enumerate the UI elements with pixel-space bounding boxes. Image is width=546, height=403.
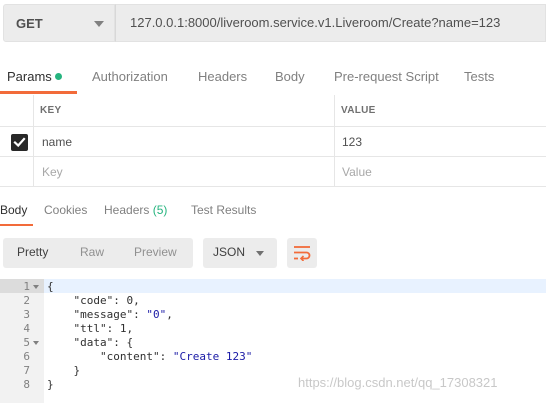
tab-authorization[interactable]: Authorization: [92, 69, 168, 84]
raw-button[interactable]: Raw: [80, 245, 104, 259]
line-number: 6: [23, 350, 30, 363]
tab-label: Headers: [104, 203, 150, 217]
table-header-row: KEY VALUE: [0, 95, 546, 127]
code-token: "message": [73, 308, 134, 321]
param-enabled-checkbox[interactable]: [11, 134, 28, 151]
preview-button[interactable]: Preview: [134, 245, 177, 259]
fold-toggle-icon[interactable]: [33, 285, 39, 289]
headers-count-badge: (5): [152, 203, 168, 217]
code-token: ,: [133, 294, 140, 307]
tab-tests[interactable]: Tests: [464, 69, 494, 84]
line-number: 3: [23, 308, 30, 321]
code-line: }: [47, 378, 54, 391]
response-tabs: Body Cookies Headers (5) Test Results: [0, 198, 546, 224]
tab-test-results[interactable]: Test Results: [191, 203, 256, 217]
line-number: 5: [23, 336, 30, 349]
code-token: }: [47, 378, 54, 391]
request-url-bar: GET 127.0.0.1:8000/liveroom.service.v1.L…: [0, 0, 546, 46]
code-token: "0": [146, 308, 167, 321]
column-divider: [334, 157, 335, 186]
pretty-button[interactable]: Pretty: [17, 245, 48, 259]
watermark: https://blog.csdn.net/qq_17308321: [298, 375, 498, 390]
column-divider: [33, 157, 34, 186]
param-value-field[interactable]: 123: [342, 135, 362, 149]
tab-params[interactable]: Params: [7, 69, 62, 84]
method-label: GET: [16, 16, 43, 31]
code-line: "ttl": 1,: [47, 322, 134, 335]
tab-cookies[interactable]: Cookies: [44, 203, 87, 217]
code-token: "ttl": [73, 322, 107, 335]
code-token: :: [159, 350, 173, 363]
url-text: 127.0.0.1:8000/liveroom.service.v1.Liver…: [130, 15, 501, 30]
code-line: "message": "0",: [47, 308, 173, 321]
active-response-tab-indicator: [0, 224, 33, 226]
column-divider: [33, 127, 34, 156]
column-divider: [334, 127, 335, 156]
column-divider: [334, 95, 335, 126]
code-line: "content": "Create 123": [47, 350, 252, 363]
line-number: 1: [23, 280, 30, 293]
param-key-field[interactable]: name: [42, 135, 72, 149]
check-icon: [13, 137, 26, 148]
code-token: "code": [73, 294, 114, 307]
chevron-down-icon: [256, 251, 264, 256]
format-label: JSON: [213, 245, 246, 259]
active-tab-indicator: [0, 91, 77, 94]
line-number: 7: [23, 364, 30, 377]
tab-response-body[interactable]: Body: [0, 203, 27, 217]
tab-body[interactable]: Body: [275, 69, 305, 84]
line-number: 2: [23, 294, 30, 307]
code-line: }: [47, 364, 80, 377]
code-token: :: [113, 294, 127, 307]
line-number: 4: [23, 322, 30, 335]
code-line: "data": {: [47, 336, 134, 349]
line-number: 8: [23, 378, 30, 391]
code-token: 1: [119, 322, 127, 335]
code-token: : {: [113, 336, 134, 349]
tab-headers[interactable]: Headers: [198, 69, 247, 84]
table-row: name 123: [0, 127, 546, 157]
active-line-highlight: [44, 279, 546, 293]
url-input[interactable]: 127.0.0.1:8000/liveroom.service.v1.Liver…: [115, 4, 546, 42]
column-header-key: KEY: [40, 105, 62, 116]
params-indicator-dot-icon: [54, 73, 62, 80]
code-line: {: [47, 280, 54, 293]
code-token: ,: [166, 308, 173, 321]
chevron-down-icon: [94, 21, 104, 27]
code-token: "data": [73, 336, 114, 349]
request-tabs: Params Authorization Headers Body Pre-re…: [0, 60, 546, 94]
code-token: "content": [99, 350, 160, 363]
format-select[interactable]: JSON: [203, 238, 277, 268]
column-divider: [33, 95, 34, 126]
table-row: Key Value: [0, 157, 546, 187]
code-token: "Create 123": [172, 350, 253, 363]
method-select[interactable]: GET: [3, 4, 115, 42]
code-token: :: [133, 308, 147, 321]
code-token: :: [106, 322, 120, 335]
code-token: ,: [126, 322, 134, 335]
wrap-lines-icon: [294, 246, 311, 261]
tab-pre-request-script[interactable]: Pre-request Script: [334, 69, 439, 84]
code-token: {: [47, 280, 54, 293]
view-mode-switch: Pretty Raw Preview: [3, 238, 193, 268]
tab-response-headers[interactable]: Headers (5): [104, 203, 167, 217]
new-key-input[interactable]: Key: [42, 165, 63, 179]
column-header-value: VALUE: [341, 105, 376, 116]
wrap-lines-button[interactable]: [287, 238, 317, 268]
new-value-input[interactable]: Value: [342, 165, 372, 179]
fold-toggle-icon[interactable]: [33, 341, 39, 345]
tab-label: Params: [7, 69, 52, 84]
code-line: "code": 0,: [47, 294, 140, 307]
code-token: }: [47, 364, 81, 377]
params-table: KEY VALUE name 123 Key Value: [0, 95, 546, 187]
